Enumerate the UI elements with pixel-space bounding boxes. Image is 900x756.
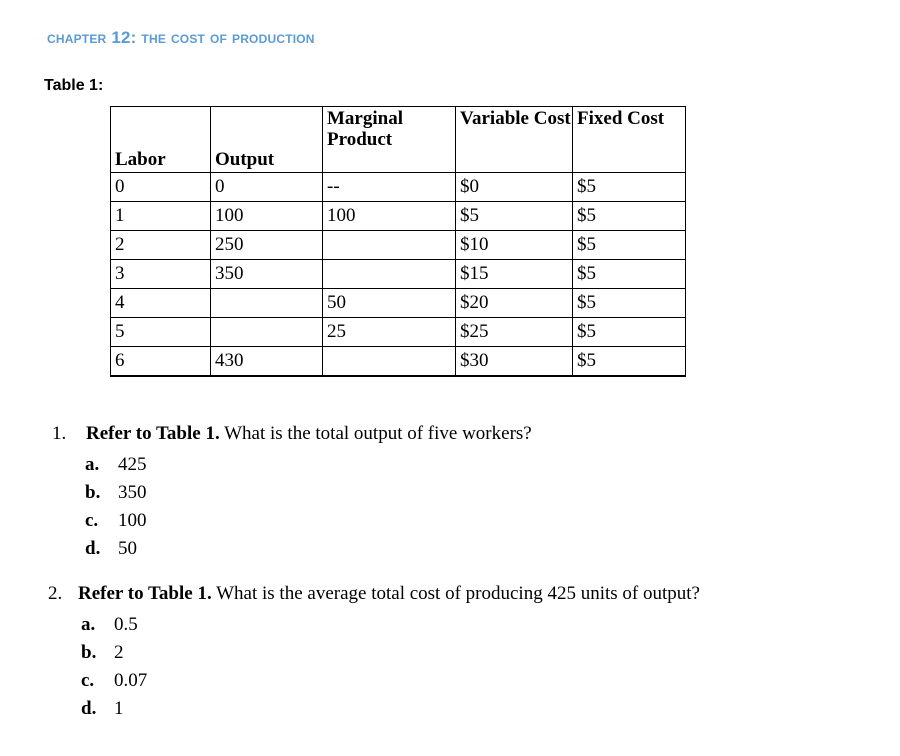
cell-variable-cost: $25: [455, 317, 573, 347]
question-1-number: 1.: [52, 423, 67, 444]
option-c[interactable]: c. 0.07: [81, 667, 868, 695]
cell-variable-cost: $15: [455, 259, 573, 289]
cell-fixed-cost: $5: [572, 288, 686, 318]
table-body: 0 0 -- $0 $5 1 100 100 $5 $5 2 250 $10 $…: [110, 172, 686, 377]
column-header-output: Output: [210, 106, 323, 173]
cell-variable-cost: $20: [455, 288, 573, 318]
cell-labor: 3: [110, 259, 211, 289]
option-a-letter: a.: [81, 614, 96, 635]
question-2-body: What is the average total cost of produc…: [211, 583, 700, 604]
option-b[interactable]: b. 350: [85, 479, 852, 507]
question-1-lead: Refer to Table 1.: [86, 423, 220, 444]
question-1-body: What is the total output of five workers…: [219, 423, 532, 444]
cell-output: [210, 317, 323, 347]
question-2-number: 2.: [48, 583, 63, 604]
cell-labor: 2: [110, 230, 211, 260]
option-d[interactable]: d. 1: [81, 695, 868, 723]
option-d-letter: d.: [85, 538, 101, 560]
table-row: 0 0 -- $0 $5: [110, 172, 686, 202]
option-c-letter: c.: [85, 510, 99, 532]
question-1-options: a. 425 b. 350 c. 100 d. 50: [52, 451, 852, 563]
cell-fixed-cost: $5: [572, 259, 686, 289]
cell-labor: 1: [110, 201, 211, 231]
column-header-variable-cost: Variable Cost: [455, 106, 573, 173]
table-header: Labor Output Marginal Product Variable C…: [110, 106, 686, 173]
cell-variable-cost: $10: [455, 230, 573, 260]
question-2-prompt: 2. Refer to Table 1. What is the average…: [48, 583, 868, 605]
cell-marginal-product: [322, 259, 456, 289]
cell-fixed-cost: $5: [572, 230, 686, 260]
cell-output: 250: [210, 230, 323, 260]
table-row: 3 350 $15 $5: [110, 259, 686, 289]
question-2: 2. Refer to Table 1. What is the average…: [48, 583, 868, 723]
question-2-text: Refer to Table 1. What is the average to…: [78, 583, 868, 605]
option-d[interactable]: d. 50: [85, 535, 852, 563]
production-table-container: Labor Output Marginal Product Variable C…: [110, 106, 686, 377]
cell-variable-cost: $30: [455, 346, 573, 377]
question-2-lead: Refer to Table 1.: [78, 583, 212, 604]
option-c-value: 100: [118, 510, 147, 532]
chapter-header: Chapter 12: The Cost of Production: [47, 28, 315, 47]
column-header-fixed-cost: Fixed Cost: [572, 106, 686, 173]
question-2-options: a. 0.5 b. 2 c. 0.07 d. 1: [48, 611, 868, 723]
cell-labor: 5: [110, 317, 211, 347]
cell-marginal-product: [322, 346, 456, 377]
cell-marginal-product: 50: [322, 288, 456, 318]
question-1-text: Refer to Table 1. What is the total outp…: [86, 423, 852, 445]
option-d-letter: d.: [81, 698, 97, 720]
cell-marginal-product: 100: [322, 201, 456, 231]
cell-labor: 6: [110, 346, 211, 377]
cell-output: 100: [210, 201, 323, 231]
option-b-value: 350: [118, 482, 147, 504]
option-a[interactable]: a. 425: [85, 451, 852, 479]
cell-output: 350: [210, 259, 323, 289]
option-b[interactable]: b. 2: [81, 639, 868, 667]
column-header-marginal-product: Marginal Product: [322, 106, 456, 173]
cell-fixed-cost: $5: [572, 172, 686, 202]
cell-marginal-product: --: [322, 172, 456, 202]
option-a-value: 425: [118, 454, 147, 475]
cell-fixed-cost: $5: [572, 317, 686, 347]
table-caption: Table 1:: [44, 77, 104, 94]
cell-fixed-cost: $5: [572, 346, 686, 377]
option-b-value: 2: [114, 642, 124, 664]
option-b-letter: b.: [81, 642, 97, 664]
table-row: 2 250 $10 $5: [110, 230, 686, 260]
table-header-row: Labor Output Marginal Product Variable C…: [110, 106, 686, 173]
cell-marginal-product: 25: [322, 317, 456, 347]
production-table: Labor Output Marginal Product Variable C…: [110, 106, 686, 377]
option-c[interactable]: c. 100: [85, 507, 852, 535]
option-a[interactable]: a. 0.5: [81, 611, 868, 639]
cell-labor: 0: [110, 172, 211, 202]
cell-variable-cost: $5: [455, 201, 573, 231]
cell-variable-cost: $0: [455, 172, 573, 202]
option-d-value: 50: [118, 538, 137, 560]
question-1-prompt: 1. Refer to Table 1. What is the total o…: [52, 423, 852, 445]
cell-labor: 4: [110, 288, 211, 318]
option-b-letter: b.: [85, 482, 101, 504]
cell-output: 430: [210, 346, 323, 377]
option-a-letter: a.: [85, 454, 100, 475]
column-header-labor: Labor: [110, 106, 211, 173]
table-row: 1 100 100 $5 $5: [110, 201, 686, 231]
cell-output: [210, 288, 323, 318]
question-1: 1. Refer to Table 1. What is the total o…: [52, 423, 852, 563]
table-row: 6 430 $30 $5: [110, 346, 686, 377]
cell-fixed-cost: $5: [572, 201, 686, 231]
table-row: 5 25 $25 $5: [110, 317, 686, 347]
table-row: 4 50 $20 $5: [110, 288, 686, 318]
option-d-value: 1: [114, 698, 124, 720]
option-c-value: 0.07: [114, 670, 148, 692]
option-c-letter: c.: [81, 670, 95, 692]
cell-output: 0: [210, 172, 323, 202]
cell-marginal-product: [322, 230, 456, 260]
option-a-value: 0.5: [114, 614, 138, 635]
